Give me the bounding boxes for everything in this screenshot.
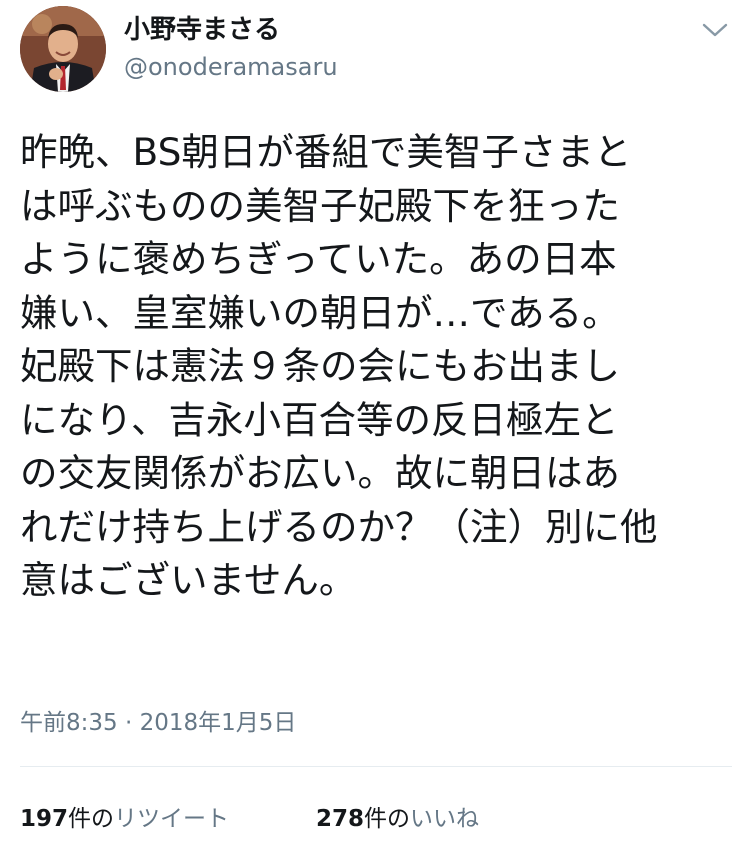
retweets-stat[interactable]: 197件のリツイート (20, 803, 229, 835)
author-avatar[interactable] (20, 6, 106, 92)
retweets-unit: 件の (68, 806, 115, 832)
tweet-text-line: れだけ持ち上げるのか？（注）別に他 (20, 504, 658, 549)
likes-label: いいね (410, 806, 480, 832)
likes-stat[interactable]: 278件のいいね (316, 803, 479, 835)
author-names: 小野寺まさる @onoderamasaru (124, 14, 338, 82)
likes-unit: 件の (364, 806, 411, 832)
tweet-text-line: は呼ぶものの美智子妃殿下を狂った (20, 183, 620, 228)
tweet-text-line: 昨晩、BS朝日が番組で美智子さまと (20, 130, 632, 174)
author-display-name[interactable]: 小野寺まさる (124, 14, 338, 46)
tweet-text-line: 嫌い、皇室嫌いの朝日が…である。 (20, 290, 620, 335)
tweet-menu-button[interactable] (700, 18, 730, 42)
likes-count: 278 (316, 806, 365, 832)
divider (20, 766, 732, 767)
tweet-text-line: の交友関係がお広い。故に朝日はあ (20, 451, 620, 495)
tweet: 小野寺まさる @onoderamasaru 昨晩、BS朝日が番組で美智子さまと … (0, 0, 750, 865)
author-handle[interactable]: @onoderamasaru (124, 52, 338, 82)
tweet-timestamp[interactable]: 午前8:35 · 2018年1月5日 (20, 708, 296, 738)
tweet-text-line: 妃殿下は憲法９条の会にもお出まし (20, 344, 620, 388)
chevron-down-icon (702, 23, 728, 37)
tweet-text-line: になり、吉永小百合等の反日極左と (20, 397, 619, 442)
retweets-count: 197 (20, 806, 69, 832)
user-avatar-icon (20, 6, 106, 92)
tweet-text-line: 意はございません。 (20, 558, 357, 602)
tweet-text: 昨晩、BS朝日が番組で美智子さまと は呼ぶものの美智子妃殿下を狂った ように褒め… (20, 126, 732, 608)
tweet-text-line: ように褒めちぎっていた。あの日本 (20, 237, 617, 281)
retweets-label: リツイート (114, 806, 230, 832)
